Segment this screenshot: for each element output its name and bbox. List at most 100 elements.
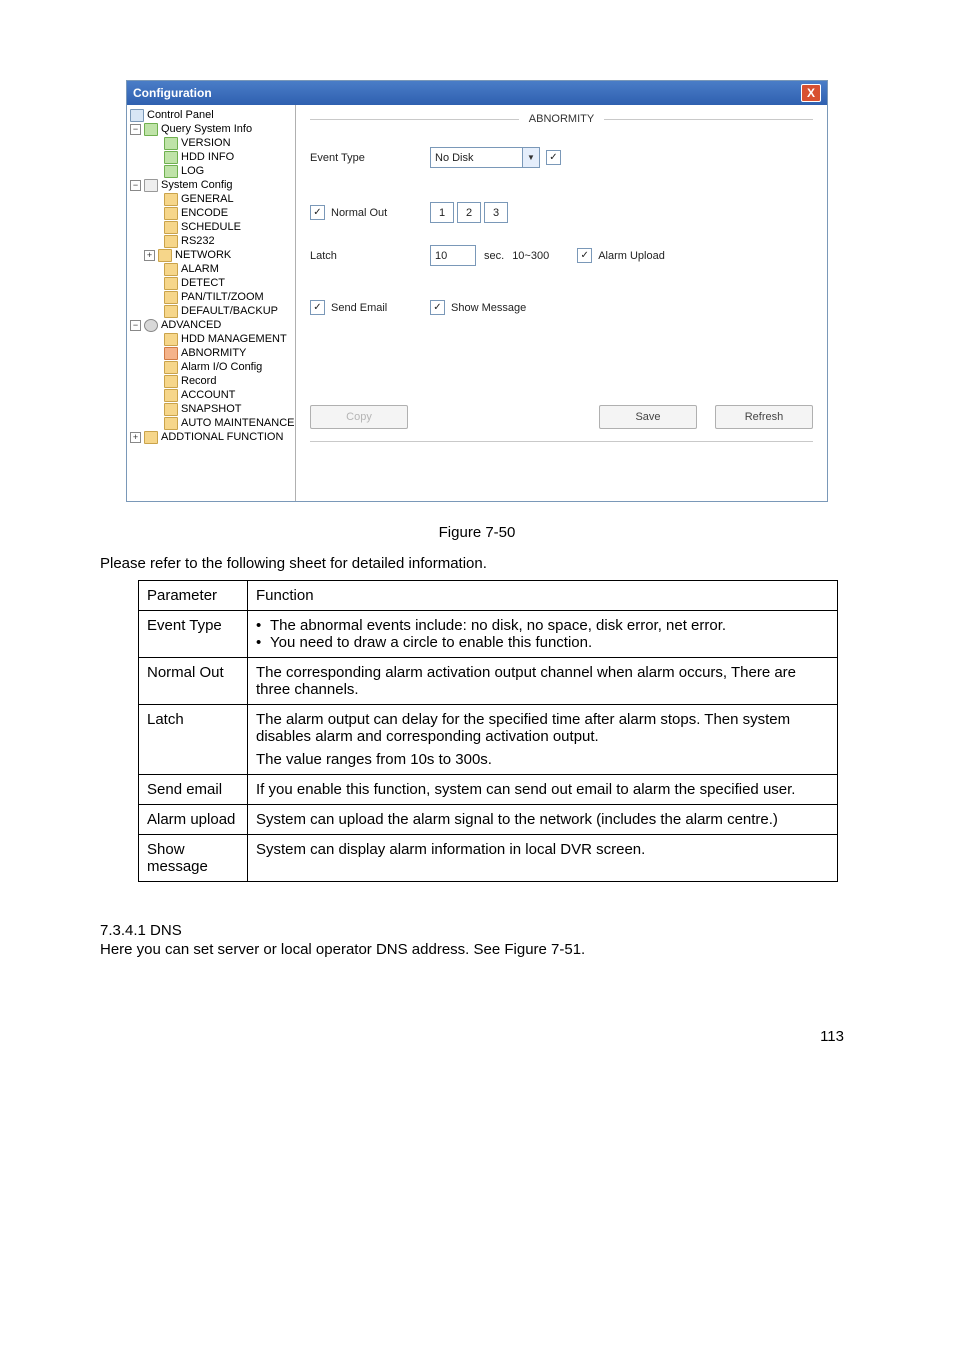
tree-label: VERSION [181,136,231,150]
tree-label: SNAPSHOT [181,402,242,416]
tree-ptz[interactable]: PAN/TILT/ZOOM [130,290,295,304]
tree-network[interactable]: + NETWORK [130,248,295,262]
tree-label: NETWORK [175,248,231,262]
tree-label: GENERAL [181,192,234,206]
tree-abnormity[interactable]: ABNORMITY [130,346,295,360]
tree-label: RS232 [181,234,215,248]
bullet-icon: • [256,617,270,634]
tree-auto-maintenance[interactable]: AUTO MAINTENANCE [130,416,295,430]
tree-query-info[interactable]: −Query System Info [130,122,295,136]
channel-1-button[interactable]: 1 [430,202,454,223]
event-type-label: Event Type [310,152,430,164]
event-type-enable-checkbox[interactable] [546,150,561,165]
tree-label: SCHEDULE [181,220,241,234]
folder-icon [164,389,178,402]
copy-button[interactable]: Copy [310,405,408,429]
refresh-button[interactable]: Refresh [715,405,813,429]
event-type-value: No Disk [435,152,474,164]
close-icon[interactable]: X [801,84,821,102]
latch-label: Latch [310,250,430,262]
intro-paragraph: Please refer to the following sheet for … [100,555,854,572]
folder-icon [164,151,178,164]
tree-root[interactable]: Control Panel [130,108,295,122]
tree-label: HDD MANAGEMENT [181,332,287,346]
dialog-titlebar: Configuration X [127,81,827,105]
tree-label: Alarm I/O Config [181,360,262,374]
page-number: 113 [100,1028,854,1045]
tree-encode[interactable]: ENCODE [130,206,295,220]
monitor-icon [130,109,144,122]
show-message-label: Show Message [451,302,526,314]
folder-icon [164,235,178,248]
table-row: Alarm upload System can upload the alarm… [139,805,838,835]
tree-label: AUTO MAINTENANCE [181,416,294,430]
tree-label: ACCOUNT [181,388,235,402]
event-type-select[interactable]: No Disk ▼ [430,147,540,168]
folder-icon [164,361,178,374]
tree-label: ENCODE [181,206,228,220]
normal-out-checkbox[interactable] [310,205,325,220]
normal-out-label: Normal Out [331,207,387,219]
parameter-table: Parameter Function Event Type •The abnor… [138,580,838,882]
folder-icon [164,221,178,234]
expand-icon[interactable]: + [130,432,141,443]
func-cell: •The abnormal events include: no disk, n… [248,611,838,658]
table-row: Show message System can display alarm in… [139,835,838,882]
folder-icon [164,403,178,416]
tree-hdd-mgmt[interactable]: HDD MANAGEMENT [130,332,295,346]
send-email-checkbox[interactable] [310,300,325,315]
tree-record[interactable]: Record [130,374,295,388]
latch-unit: sec. [484,250,504,262]
chevron-down-icon: ▼ [522,148,539,167]
save-button[interactable]: Save [599,405,697,429]
tree-label: Record [181,374,216,388]
tree-advanced[interactable]: − ADVANCED [130,318,295,332]
collapse-icon[interactable]: − [130,124,141,135]
tree-label: ADVANCED [161,318,221,332]
tree-log[interactable]: LOG [130,164,295,178]
tree-account[interactable]: ACCOUNT [130,388,295,402]
folder-icon [164,333,178,346]
latch-range: 10~300 [512,250,549,262]
folder-open-icon [164,347,178,360]
tree-rs232[interactable]: RS232 [130,234,295,248]
bullet-icon: • [256,634,270,651]
send-email-label: Send Email [331,302,387,314]
tree-default-backup[interactable]: DEFAULT/BACKUP [130,304,295,318]
panel-heading: ABNORMITY [519,113,604,125]
folder-icon [164,207,178,220]
alarm-upload-checkbox[interactable] [577,248,592,263]
tree-alarm[interactable]: ALARM [130,262,295,276]
channel-2-button[interactable]: 2 [457,202,481,223]
section-heading: 7.3.4.1 DNS [100,922,854,939]
tree-label: System Config [161,178,233,192]
collapse-icon[interactable]: − [130,180,141,191]
tree-detect[interactable]: DETECT [130,276,295,290]
tree-general[interactable]: GENERAL [130,192,295,206]
tree-version[interactable]: VERSION [130,136,295,150]
tree-alarm-io[interactable]: Alarm I/O Config [130,360,295,374]
param-cell: Send email [139,775,248,805]
folder-icon [164,375,178,388]
channel-3-button[interactable]: 3 [484,202,508,223]
tree-snapshot[interactable]: SNAPSHOT [130,402,295,416]
folder-icon [164,417,178,430]
tree-label: Control Panel [147,108,214,122]
func-cell: System can upload the alarm signal to th… [248,805,838,835]
tree-label: ABNORMITY [181,346,246,360]
collapse-icon[interactable]: − [130,320,141,331]
nav-tree[interactable]: Control Panel −Query System Info VERSION… [127,105,296,501]
tree-additional-function[interactable]: +ADDTIONAL FUNCTION [130,430,295,444]
show-message-checkbox[interactable] [430,300,445,315]
folder-icon [164,165,178,178]
folder-icon [164,291,178,304]
expand-icon[interactable]: + [144,250,155,261]
tree-hdd-info[interactable]: HDD INFO [130,150,295,164]
tree-schedule[interactable]: SCHEDULE [130,220,295,234]
latch-input[interactable]: 10 [430,245,476,266]
tree-system-config[interactable]: − System Config [130,178,295,192]
folder-icon [164,277,178,290]
folder-icon [164,305,178,318]
alarm-upload-label: Alarm Upload [598,250,665,262]
param-cell: Show message [139,835,248,882]
